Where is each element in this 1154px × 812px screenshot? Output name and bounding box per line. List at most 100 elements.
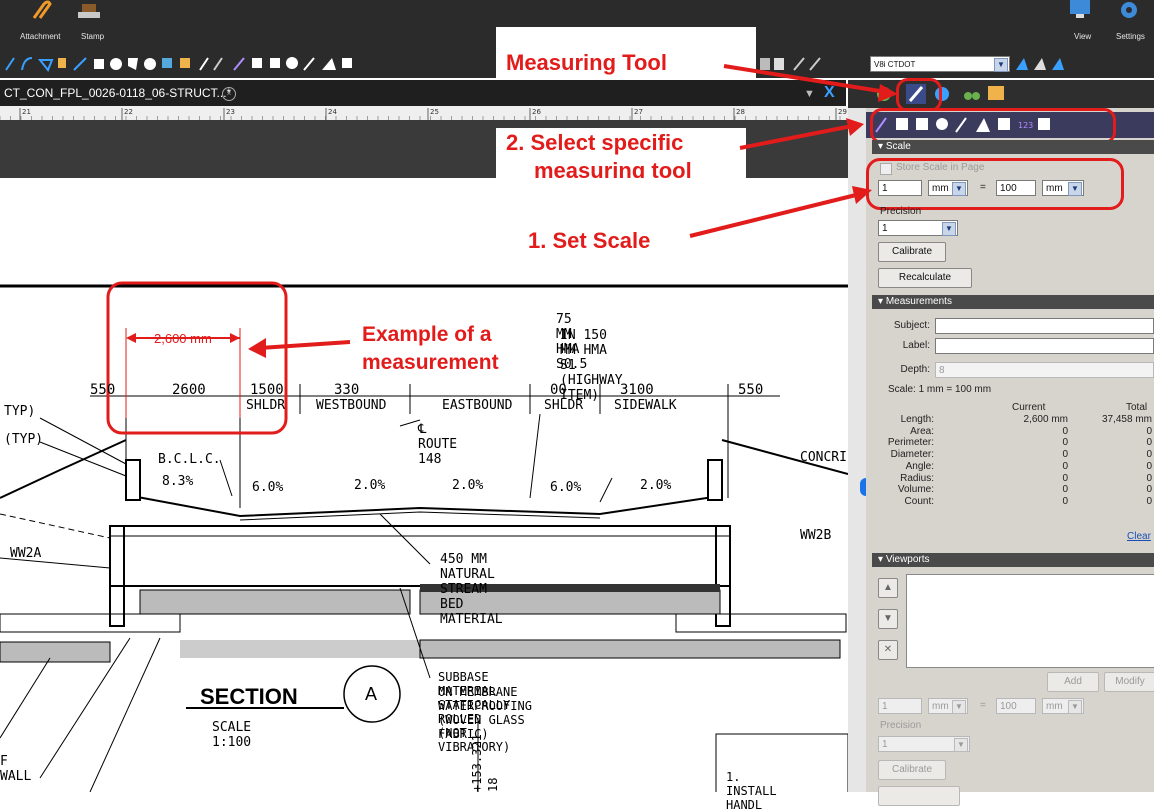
measurement-row-total: 0 [1146,484,1152,495]
measurement-row-name: Diameter: [890,449,934,460]
ww2a-label: WW2A [10,546,42,561]
scale-header-label: Scale [885,141,911,152]
scale-section-header[interactable]: ▾ Scale [872,140,1154,154]
gear-icon [877,87,891,101]
viewport-scale-left[interactable]: 1 [878,698,922,714]
measurement-row-total: 0 [1146,426,1152,437]
col-current: Current [1012,402,1046,413]
example-callout-line1: Example of a [362,323,492,346]
measurement-row-current: 0 [1062,437,1068,448]
ruler-mark-label: 28 [736,108,745,116]
viewport-modify-button[interactable]: Modify [1104,672,1154,692]
dim-550-right: 550 [738,382,764,398]
viewport-left-unit[interactable]: mm ▼ [928,698,968,714]
ruler-mark-label: 26 [532,108,541,116]
viewport-scale-right[interactable]: 100 [996,698,1036,714]
typ-label-1: TYP) [4,404,36,419]
attachment-icon[interactable] [30,0,52,20]
stamp-label[interactable]: Stamp [81,32,104,41]
route-label: ℄ ROUTE 148 [418,422,458,467]
viewport-equals: = [980,700,986,711]
measurement-row-current: 0 [1062,449,1068,460]
slope-2: 6.0% [252,480,284,495]
profile-select[interactable]: V8i CTDOT ▼ [870,56,1010,72]
section-title: SECTION [200,684,298,709]
measurement-row-total: 0 [1146,437,1152,448]
viewport-precision-label: Precision [880,720,922,731]
profile-select-value: V8i CTDOT [874,60,916,69]
document-tab[interactable]: CT_CON_FPL_0026-0118_06-STRUCT...* [4,86,231,100]
viewports-header-label: Viewports [885,554,930,565]
measurement-row-current: 0 [1062,496,1068,507]
measuring-tool-highlight [896,78,942,112]
precision-label: Precision [880,206,922,217]
ruler-mark-label: 23 [226,108,235,116]
view-icon[interactable] [1068,0,1094,20]
viewport-precision-value: 1 [882,739,888,750]
measurements-section-header[interactable]: ▾ Measurements [872,295,1154,309]
viewport-delete-button[interactable]: ✕ [878,640,898,660]
tab-menu-icon[interactable]: ▼ [804,88,815,100]
viewport-more-button[interactable] [878,786,960,806]
view-label[interactable]: View [1074,32,1091,41]
slope-6: 2.0% [640,478,672,493]
elevation-label-2: 18 [486,777,500,792]
measurement-row-name: Count: [904,496,934,507]
viewport-left-unit-value: mm [932,701,949,712]
label-input[interactable] [935,338,1154,354]
measurement-label: 2,600 mm [154,331,212,346]
recalculate-button[interactable]: Recalculate [878,268,972,288]
wall-label: F WALL [0,754,32,784]
tab-close-icon[interactable]: × [222,87,236,101]
attachment-label[interactable]: Attachment [20,32,60,41]
clear-link[interactable]: Clear [1127,531,1151,542]
viewports-list[interactable] [906,574,1154,668]
typ-label-2: (TYP) [4,432,44,447]
stamp-icon[interactable] [76,2,102,22]
slope-3: 2.0% [354,478,386,493]
measurement-row-total: 0 [1146,473,1152,484]
ruler-mark-label: 22 [124,108,133,116]
dim-330: 330 [334,382,360,398]
lane-sidewalk: SIDEWALK [614,398,677,413]
install-note: 1. INSTALL HANDL [726,770,777,812]
chevron-down-icon: ▼ [994,58,1008,72]
profile-icons[interactable] [1014,54,1074,74]
calibrate-button[interactable]: Calibrate [878,242,946,262]
subject-input[interactable] [935,318,1154,334]
depth-input[interactable]: 8 [935,362,1154,378]
viewport-precision-select[interactable]: 1 ▼ [878,736,970,752]
section-scale: SCALE 1:100 [212,720,252,750]
viewports-section-header[interactable]: ▾ Viewports [872,553,1154,567]
lane-eastbound: EASTBOUND [442,398,513,413]
viewport-right-unit-value: mm [1046,701,1063,712]
example-callout-line2: measurement [362,351,499,374]
chevron-down-icon: ▼ [942,222,956,236]
subtool-highlight [870,108,1116,144]
col-total: Total [1126,402,1148,413]
chevron-down-icon: ▼ [1068,700,1082,714]
close-all-icon[interactable]: X [824,84,835,102]
section-letter: A [365,684,378,704]
viewport-down-button[interactable]: ▼ [878,609,898,629]
concrete-label: CONCRI [800,450,847,465]
horizontal-ruler: 21 22 23 24 25 26 27 28 29 [0,106,848,121]
chevron-down-icon: ▼ [952,700,966,714]
viewport-add-button[interactable]: Add [1047,672,1099,692]
viewport-calibrate-button[interactable]: Calibrate [878,760,946,780]
chevron-down-icon: ▼ [954,738,968,752]
measurement-row-current: 0 [1062,461,1068,472]
lane-shldr-left: SHLDR [246,398,286,413]
slope-1: 8.3% [162,474,194,489]
measurement-row-current: 0 [1062,473,1068,484]
settings-gear-icon[interactable] [1116,0,1142,22]
viewport-right-unit[interactable]: mm ▼ [1042,698,1084,714]
bclc-label: B.C.L.C. [158,452,221,467]
precision-select[interactable]: 1 ▼ [878,220,958,236]
viewport-up-button[interactable]: ▲ [878,578,898,598]
dim-2600: 2600 [172,382,206,398]
measurement-row-total: 0 [1146,449,1152,460]
ww2b-label: WW2B [800,528,832,543]
settings-label[interactable]: Settings [1116,32,1145,41]
subbase-label-2: ON MEMBRANE WATERPROOFING (WOVEN GLASS F… [438,685,532,741]
